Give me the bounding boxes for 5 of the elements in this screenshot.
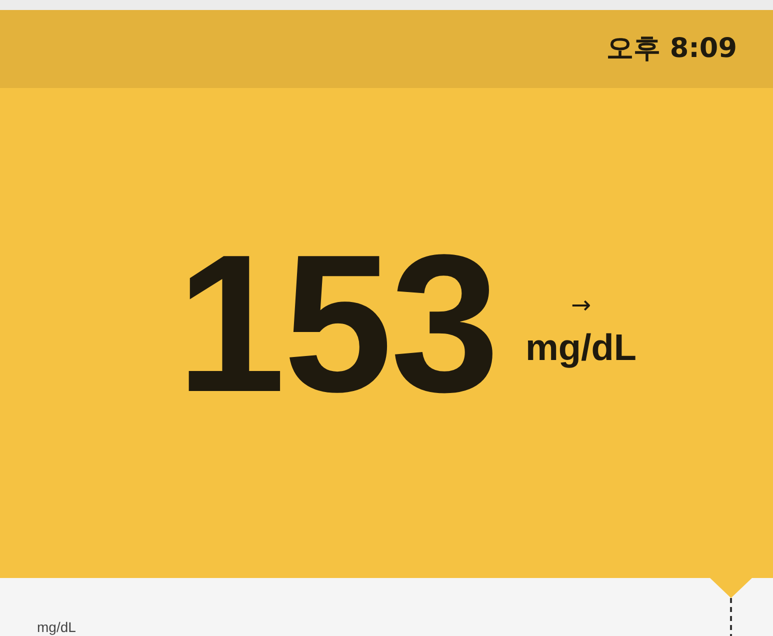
unit-label: mg/dL — [526, 328, 636, 366]
axis-unit-label: mg/dL — [37, 620, 76, 634]
trend-arrow: → — [570, 292, 592, 316]
glucose-value: 153 — [176, 226, 498, 422]
clock-time: 오후 8:09 — [606, 32, 737, 66]
